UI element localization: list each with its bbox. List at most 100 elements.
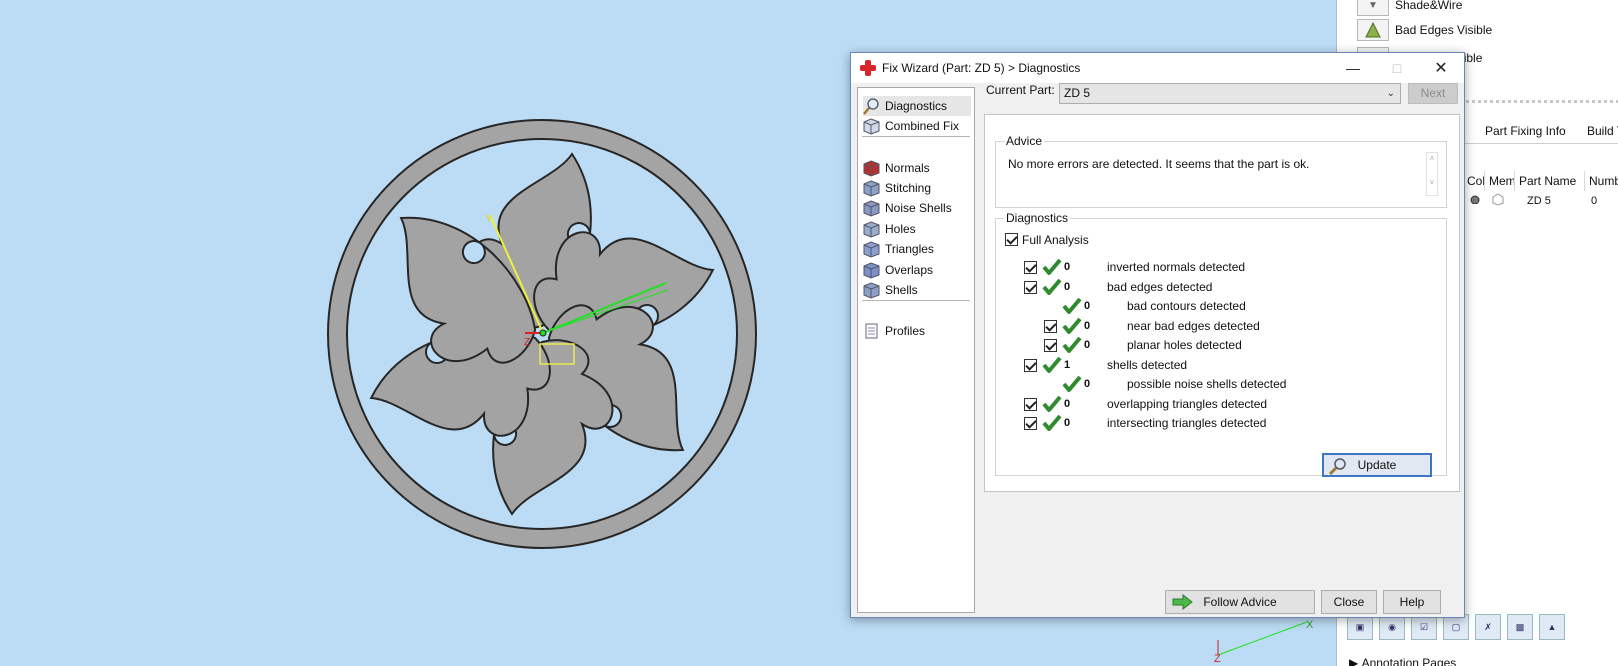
minimize-button[interactable]: —	[1331, 53, 1375, 83]
nav-item-noise-shells[interactable]: Noise Shells	[863, 198, 956, 218]
nav-item-overlaps[interactable]: Overlaps	[863, 260, 937, 280]
holes-icon	[863, 220, 880, 238]
erase-icon[interactable]: ▲	[1539, 614, 1565, 640]
advice-group: Advice No more errors are detected. It s…	[995, 134, 1447, 208]
shade-wire-row[interactable]: ▼ Shade&Wire	[1357, 0, 1462, 17]
diagnostic-checkbox[interactable]	[1024, 280, 1037, 294]
nav-item-shells[interactable]: Shells	[863, 280, 922, 300]
diagnostic-checkbox[interactable]	[1024, 358, 1037, 372]
bad-edges-label: Bad Edges Visible	[1395, 23, 1493, 37]
diagnostic-count: 1	[1064, 358, 1071, 371]
nav-item-label: Normals	[885, 161, 930, 175]
nav-item-profiles[interactable]: Profiles	[863, 321, 929, 341]
green-check-icon	[1062, 297, 1082, 315]
overlaps-icon	[863, 261, 880, 279]
maximize-button[interactable]: □	[1375, 53, 1419, 83]
corner-axes: X Z	[1214, 619, 1314, 665]
shade-wire-icon[interactable]: ▼	[1357, 0, 1389, 16]
close-button[interactable]: Close	[1321, 590, 1377, 614]
green-check-icon	[1042, 258, 1062, 276]
green-check-icon	[1042, 356, 1062, 374]
diagnostic-label: near bad edges detected	[1127, 318, 1260, 333]
help-button[interactable]: Help	[1383, 590, 1441, 614]
tab-part-fixing-info[interactable]: Part Fixing Info	[1485, 124, 1566, 138]
close-x-button[interactable]: ✕	[1419, 53, 1463, 83]
diagnostic-checkbox[interactable]	[1024, 397, 1037, 411]
bad-edges-row[interactable]: Bad Edges Visible	[1357, 18, 1492, 42]
diagnostic-count: 0	[1084, 339, 1091, 351]
magnifier-icon	[863, 97, 880, 115]
diagnostic-count: 0	[1064, 261, 1071, 273]
nav-item-diagnostics[interactable]: Diagnostics	[863, 96, 971, 116]
diagnostic-label: bad contours detected	[1127, 299, 1246, 313]
column-number[interactable]: Numbe	[1585, 171, 1618, 191]
diagnostics-panel: Advice No more errors are detected. It s…	[984, 114, 1460, 492]
green-check-icon	[1062, 375, 1082, 393]
diagnostic-checkbox[interactable]	[1024, 417, 1037, 430]
diagnostic-label: intersecting triangles detected	[1107, 416, 1267, 430]
combined-fix-icon	[863, 117, 880, 135]
green-arrow-icon	[1172, 594, 1193, 610]
advice-scrollbar[interactable]: ˄ ˅	[1426, 152, 1438, 196]
bad-edges-icon[interactable]	[1357, 19, 1389, 41]
nav-item-triangles[interactable]: Triangles	[863, 239, 938, 259]
nav-item-holes[interactable]: Holes	[863, 219, 920, 239]
wizard-nav: Diagnostics Combined Fix Normals Stitching N…	[857, 87, 975, 613]
nav-item-combined-fix[interactable]: Combined Fix	[863, 116, 963, 136]
column-mem[interactable]: Mem	[1485, 171, 1515, 191]
red-cross-icon	[860, 60, 876, 76]
corner-z-label: Z	[1214, 653, 1221, 665]
diagnostic-label: inverted normals detected	[1107, 260, 1246, 274]
dialog-titlebar[interactable]: Fix Wizard (Part: ZD 5) > Diagnostics — …	[851, 53, 1464, 83]
diagnostic-label: overlapping triangles detected	[1107, 396, 1268, 411]
bottom-toolbar: ▣ ◉ ☑ ▢ ✗ ▩ ▲	[1347, 614, 1565, 646]
corner-x-label: X	[1306, 619, 1314, 631]
tab-build[interactable]: Build T	[1587, 124, 1618, 138]
update-button[interactable]: Update	[1322, 453, 1432, 477]
diagnostic-label: planar holes detected	[1127, 338, 1242, 352]
shells-icon	[863, 281, 880, 299]
green-check-icon	[1042, 395, 1062, 413]
diagnostics-title: Diagnostics	[1004, 211, 1071, 225]
dialog-title: Fix Wizard (Part: ZD 5) > Diagnostics	[882, 61, 1081, 75]
annotation-pages-label: Annotation Pages	[1361, 656, 1457, 666]
diagnostic-label: shells detected	[1107, 357, 1188, 372]
follow-advice-button[interactable]: Follow Advice	[1165, 590, 1315, 614]
diagnostic-count: 0	[1064, 417, 1071, 429]
normals-icon	[863, 159, 880, 177]
part-name-cell[interactable]: ZD 5	[1523, 192, 1551, 210]
green-check-icon	[1042, 278, 1062, 296]
delete-cube-icon[interactable]: ✗	[1475, 614, 1501, 640]
diagnostic-count: 0	[1084, 378, 1091, 390]
nav-item-label: Triangles	[885, 242, 934, 256]
shade-wire-label: Shade&Wire	[1395, 0, 1463, 12]
next-button[interactable]: Next	[1408, 83, 1458, 104]
nav-item-label: Shells	[885, 283, 918, 297]
color-cubes-icon[interactable]: ▩	[1507, 614, 1533, 640]
annotation-pages[interactable]: ▶ Annotation Pages	[1349, 656, 1456, 666]
magnifier-icon	[1328, 458, 1346, 475]
diagnostic-checkbox[interactable]	[1024, 261, 1037, 274]
full-analysis-checkbox[interactable]	[1005, 233, 1018, 246]
diagnostic-label: bad edges detected	[1107, 279, 1213, 294]
expand-arrow-icon: ▶	[1349, 656, 1362, 666]
current-part-select[interactable]: ZD 5 ⌄	[1059, 83, 1401, 104]
advice-text: No more errors are detected. It seems th…	[1008, 157, 1310, 171]
diagnostic-checkbox[interactable]	[1044, 319, 1057, 333]
chevron-down-icon: ⌄	[1386, 88, 1395, 99]
nav-item-normals[interactable]: Normals	[863, 158, 934, 178]
diagnostics-group: Diagnostics Full Analysis 0 inverted norm…	[995, 211, 1447, 476]
current-part-value: ZD 5	[1064, 86, 1091, 100]
nav-separator	[862, 300, 970, 301]
diagnostic-checkbox[interactable]	[1044, 339, 1057, 352]
green-check-icon	[1062, 336, 1082, 354]
z-axis-label: Z	[524, 337, 530, 348]
column-part-name[interactable]: Part Name	[1515, 171, 1585, 191]
update-label: Update	[1357, 458, 1397, 472]
column-col[interactable]: Col	[1463, 171, 1485, 191]
advice-title: Advice	[1004, 134, 1045, 148]
nav-item-label: Combined Fix	[885, 119, 960, 133]
nav-item-stitching[interactable]: Stitching	[863, 178, 935, 198]
diagnostic-count: 0	[1064, 397, 1071, 410]
current-part-label: Current Part:	[986, 83, 1055, 97]
